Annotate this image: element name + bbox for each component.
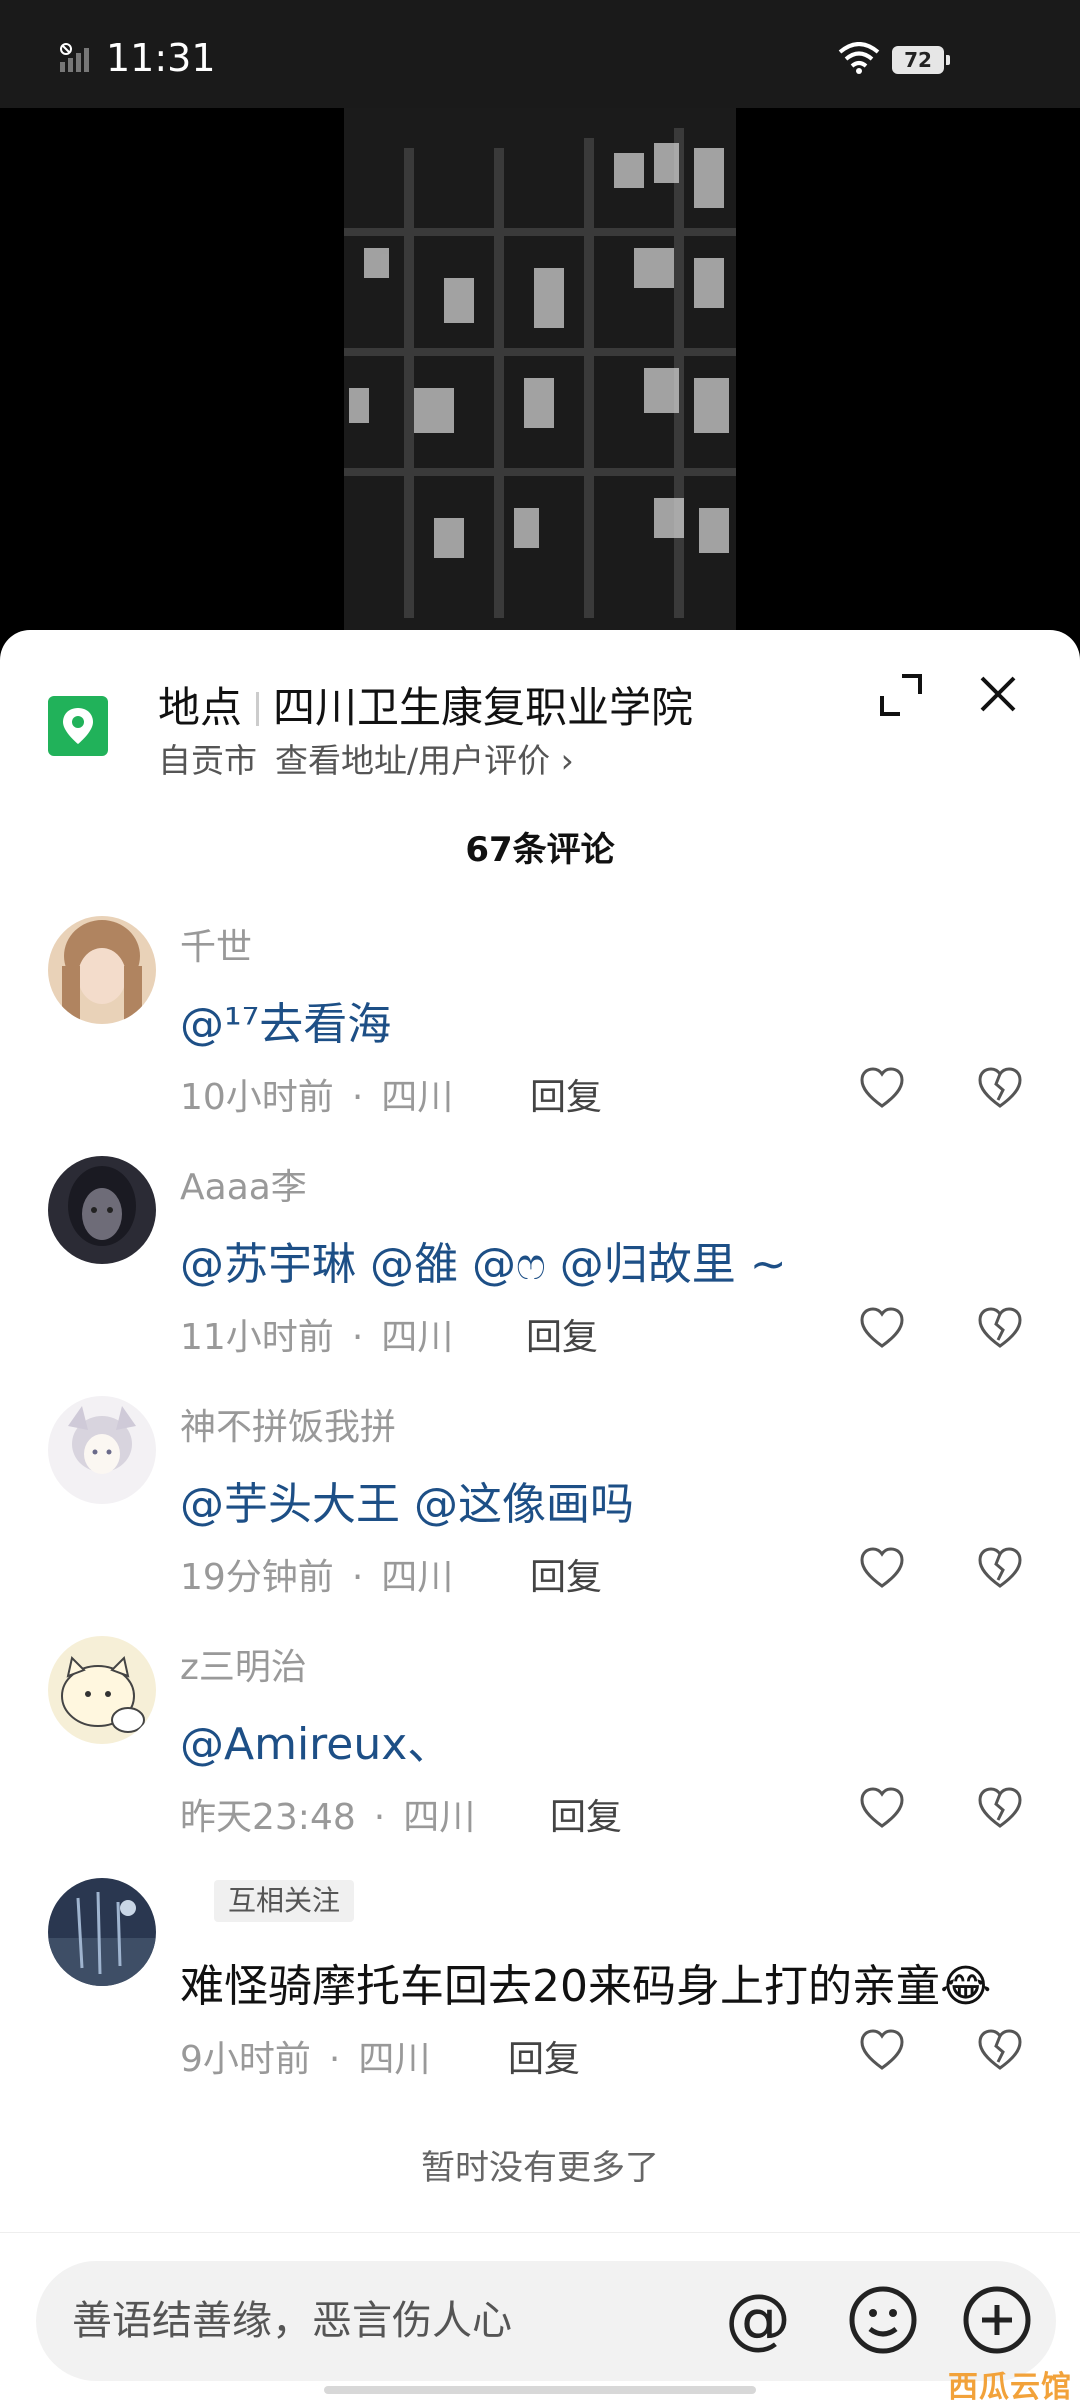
- watermark: 西瓜云馆: [948, 2370, 1072, 2400]
- comment-text: @¹⁷去看海: [180, 988, 391, 1052]
- mention-link[interactable]: @芋头大王: [180, 1479, 400, 1530]
- avatar[interactable]: [48, 916, 156, 1024]
- location-name: 四川卫生康复职业学院: [273, 683, 694, 732]
- comment-item: z三明治 @Amireux、 昨天23:48 · 四川 回复: [0, 1636, 1080, 1876]
- video-building-image: [344, 108, 736, 638]
- screen: 11:31 72 地点 四川卫生康复职业学院 自贡市 查看地址/用户评价 › 6…: [0, 0, 1080, 2400]
- avatar[interactable]: [48, 1156, 156, 1264]
- comment-text: @Amireux、: [180, 1708, 451, 1772]
- broken-heart-icon[interactable]: [976, 2026, 1024, 2074]
- location-subtitle[interactable]: 自贡市 查看地址/用户评价 ›: [158, 734, 574, 782]
- reply-button[interactable]: 回复: [530, 1068, 602, 1120]
- mention-link[interactable]: @苏宇琳: [180, 1239, 356, 1290]
- status-bar: 11:31 72: [0, 0, 1080, 108]
- broken-heart-icon[interactable]: [976, 1544, 1024, 1592]
- heart-icon[interactable]: [858, 1784, 906, 1832]
- location-label: 地点: [158, 683, 243, 732]
- comment-meta: 昨天23:48 · 四川: [180, 1797, 476, 1838]
- comment-username[interactable]: z三明治: [180, 1638, 307, 1690]
- mention-link[interactable]: @Amireux、: [180, 1719, 451, 1770]
- comment-time: 19分钟前: [180, 1557, 334, 1598]
- mention-link[interactable]: @¹⁷去看海: [180, 999, 391, 1050]
- avatar[interactable]: [48, 1636, 156, 1744]
- comment-count: 67条评论: [465, 830, 615, 870]
- expand-icon[interactable]: [878, 672, 924, 718]
- mention-link[interactable]: @这像画吗: [414, 1479, 634, 1530]
- comment-text: @芋头大王 @这像画吗: [180, 1468, 634, 1532]
- broken-heart-icon[interactable]: [976, 1304, 1024, 1352]
- comment-sheet: 地点 四川卫生康复职业学院 自贡市 查看地址/用户评价 › 67条评论 千世 @…: [0, 630, 1080, 2400]
- reply-button[interactable]: 回复: [530, 1548, 602, 1600]
- comment-time: 10小时前: [180, 1077, 334, 1118]
- video-player[interactable]: [0, 108, 1080, 638]
- add-icon[interactable]: [960, 2283, 1034, 2357]
- comment-text: @苏宇琳 @雒 @ෆ @归故里 ~: [180, 1228, 787, 1292]
- location-city: 自贡市: [158, 741, 257, 780]
- comment-item: 神不拼饭我拼 @芋头大王 @这像画吗 19分钟前 · 四川 回复: [0, 1396, 1080, 1636]
- signal-icon: [60, 43, 89, 72]
- input-pill: @: [36, 2261, 1056, 2381]
- comment-region: 四川: [381, 1317, 454, 1358]
- comment-meta: 19分钟前 · 四川: [180, 1557, 454, 1598]
- comment-region: 四川: [381, 1557, 454, 1598]
- comment-meta: 10小时前 · 四川: [180, 1077, 454, 1118]
- mention-button[interactable]: @: [718, 2279, 798, 2359]
- wifi-icon: [838, 42, 880, 74]
- comment-region: 四川: [403, 1797, 476, 1838]
- mention-link[interactable]: @归故里 ~: [560, 1239, 787, 1290]
- comment-item: 千世 @¹⁷去看海 10小时前 · 四川 回复: [0, 916, 1080, 1156]
- comment-username[interactable]: 千世: [180, 918, 252, 970]
- broken-heart-icon[interactable]: [976, 1784, 1024, 1832]
- comment-username[interactable]: 神不拼饭我拼: [180, 1398, 396, 1450]
- title-divider: [256, 692, 260, 726]
- battery-indicator: 72: [892, 46, 950, 74]
- avatar[interactable]: [48, 1396, 156, 1504]
- comment-item: Aaaa李 @苏宇琳 @雒 @ෆ @归故里 ~ 11小时前 · 四川 回复: [0, 1156, 1080, 1396]
- comment-username[interactable]: Aaaa李: [180, 1158, 307, 1210]
- home-indicator[interactable]: [324, 2386, 756, 2394]
- heart-icon[interactable]: [858, 1304, 906, 1352]
- video-frame: [344, 108, 736, 638]
- comment-region: 四川: [358, 2039, 431, 2080]
- heart-icon[interactable]: [858, 1544, 906, 1592]
- broken-heart-icon[interactable]: [976, 1064, 1024, 1112]
- location-pin-icon: [48, 696, 108, 756]
- location-title[interactable]: 地点 四川卫生康复职业学院: [158, 674, 693, 735]
- comment-input[interactable]: [72, 2261, 712, 2381]
- comment-meta: 9小时前 · 四川: [180, 2039, 431, 2080]
- location-link[interactable]: 查看地址/用户评价 ›: [275, 741, 574, 780]
- comment-region: 四川: [381, 1077, 454, 1118]
- heart-icon[interactable]: [858, 1064, 906, 1112]
- mutual-follow-badge: 互相关注: [214, 1880, 355, 1922]
- comment-text: 难怪骑摩托车回去20来码身上打的亲童😂: [180, 1961, 992, 2012]
- comment-input-bar: @: [0, 2232, 1080, 2400]
- avatar[interactable]: [48, 1878, 156, 1986]
- emoji-icon[interactable]: [846, 2283, 920, 2357]
- status-time: 11:31: [106, 36, 216, 80]
- no-more-text: 暂时没有更多了: [421, 2148, 659, 2188]
- close-icon[interactable]: [976, 672, 1020, 716]
- comment-item: 互相关注 难怪骑摩托车回去20来码身上打的亲童😂 9小时前 · 四川 回复: [0, 1878, 1080, 2118]
- heart-icon[interactable]: [858, 2026, 906, 2074]
- comment-time: 昨天23:48: [180, 1797, 356, 1838]
- mention-link[interactable]: @ෆ: [472, 1239, 546, 1290]
- reply-button[interactable]: 回复: [508, 2030, 580, 2082]
- comment-time: 11小时前: [180, 1317, 334, 1358]
- reply-button[interactable]: 回复: [550, 1788, 622, 1840]
- comment-time: 9小时前: [180, 2039, 311, 2080]
- mention-link[interactable]: @雒: [370, 1239, 458, 1290]
- comment-meta: 11小时前 · 四川: [180, 1317, 454, 1358]
- reply-button[interactable]: 回复: [526, 1308, 598, 1360]
